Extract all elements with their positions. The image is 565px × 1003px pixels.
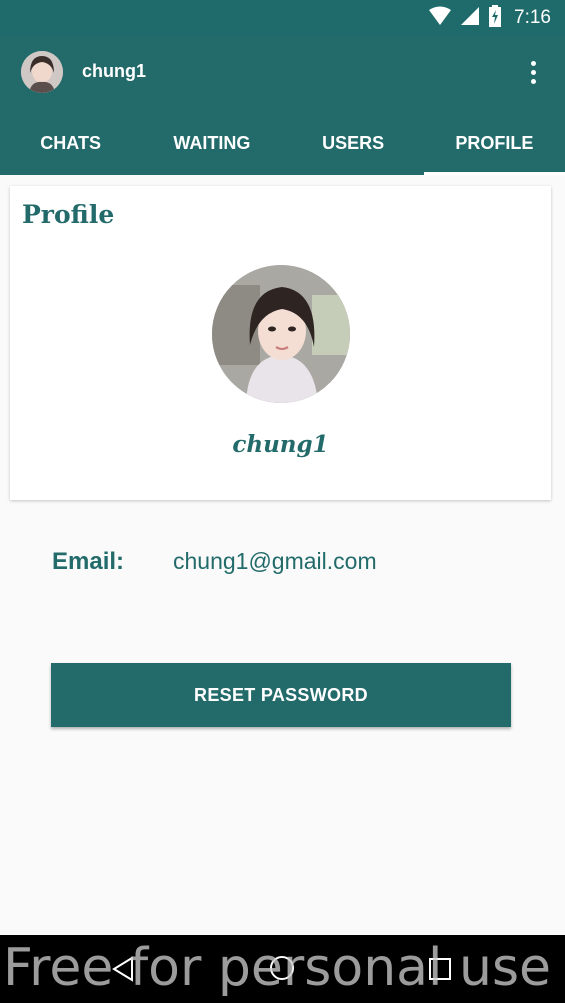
status-icons: 7:16 (428, 4, 551, 32)
more-vert-icon[interactable] (519, 58, 547, 86)
user-avatar[interactable] (21, 51, 63, 93)
app-bar: chung1 (0, 36, 565, 108)
tab-waiting[interactable]: WAITING (141, 108, 282, 175)
tab-bar: CHATS WAITING USERS PROFILE (0, 108, 565, 175)
status-bar: 7:16 (0, 0, 565, 36)
profile-card: Profile chung1 (10, 186, 551, 500)
email-value: chung1@gmail.com (173, 548, 377, 574)
watermark-text: Free for personal use (3, 938, 552, 998)
cellular-signal-icon (460, 6, 480, 31)
app-title: chung1 (82, 61, 147, 81)
menu-dot (530, 78, 536, 84)
profile-heading: Profile (22, 200, 115, 229)
tab-profile[interactable]: PROFILE (423, 108, 565, 175)
profile-photo[interactable] (212, 265, 350, 403)
tab-chats[interactable]: CHATS (0, 108, 141, 175)
menu-dot (530, 69, 536, 75)
status-time: 7:16 (514, 7, 551, 28)
tab-users[interactable]: USERS (283, 108, 424, 175)
email-label: Email: (52, 548, 125, 575)
reset-password-button[interactable]: RESET PASSWORD (51, 663, 511, 727)
wifi-icon (428, 6, 452, 31)
menu-dot (530, 60, 536, 66)
battery-charging-icon (488, 4, 502, 32)
profile-name: chung1 (232, 431, 329, 458)
